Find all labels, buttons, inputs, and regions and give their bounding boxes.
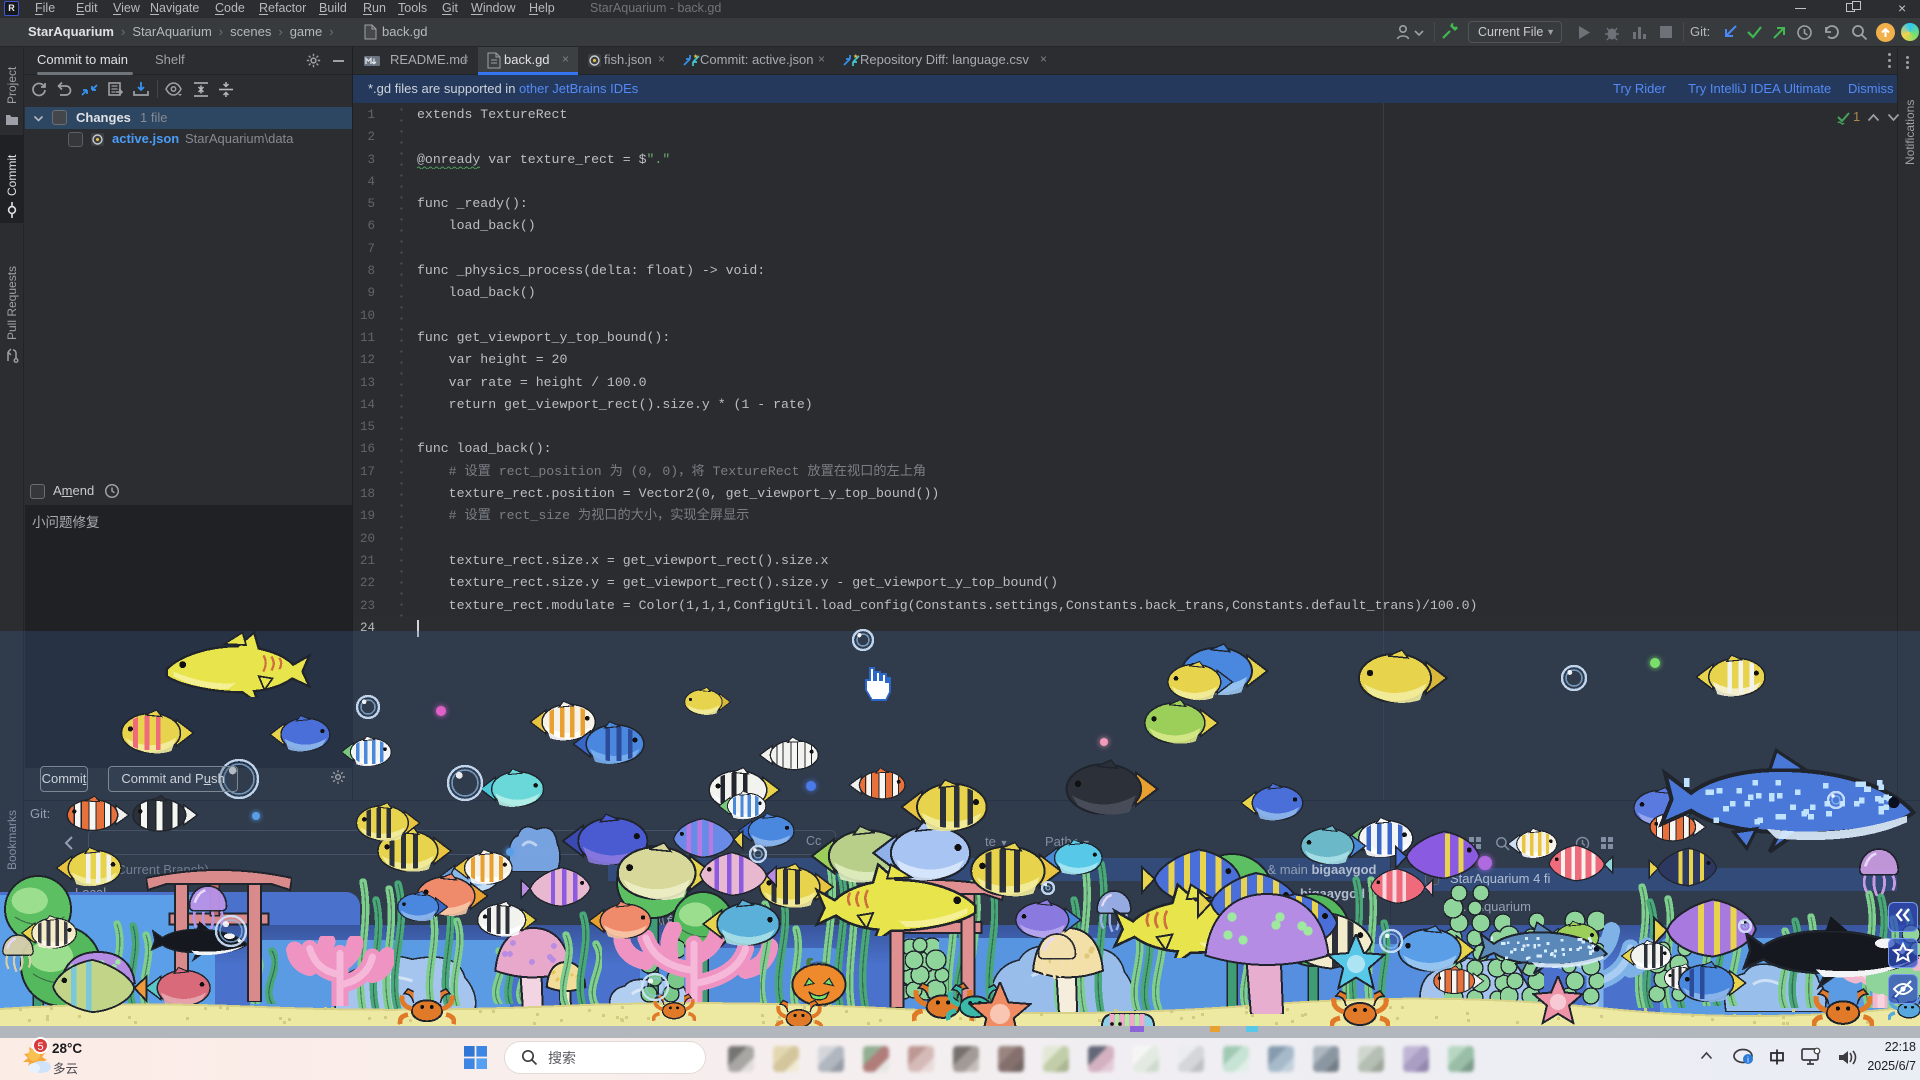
svg-text:i: i [1747,1056,1749,1065]
